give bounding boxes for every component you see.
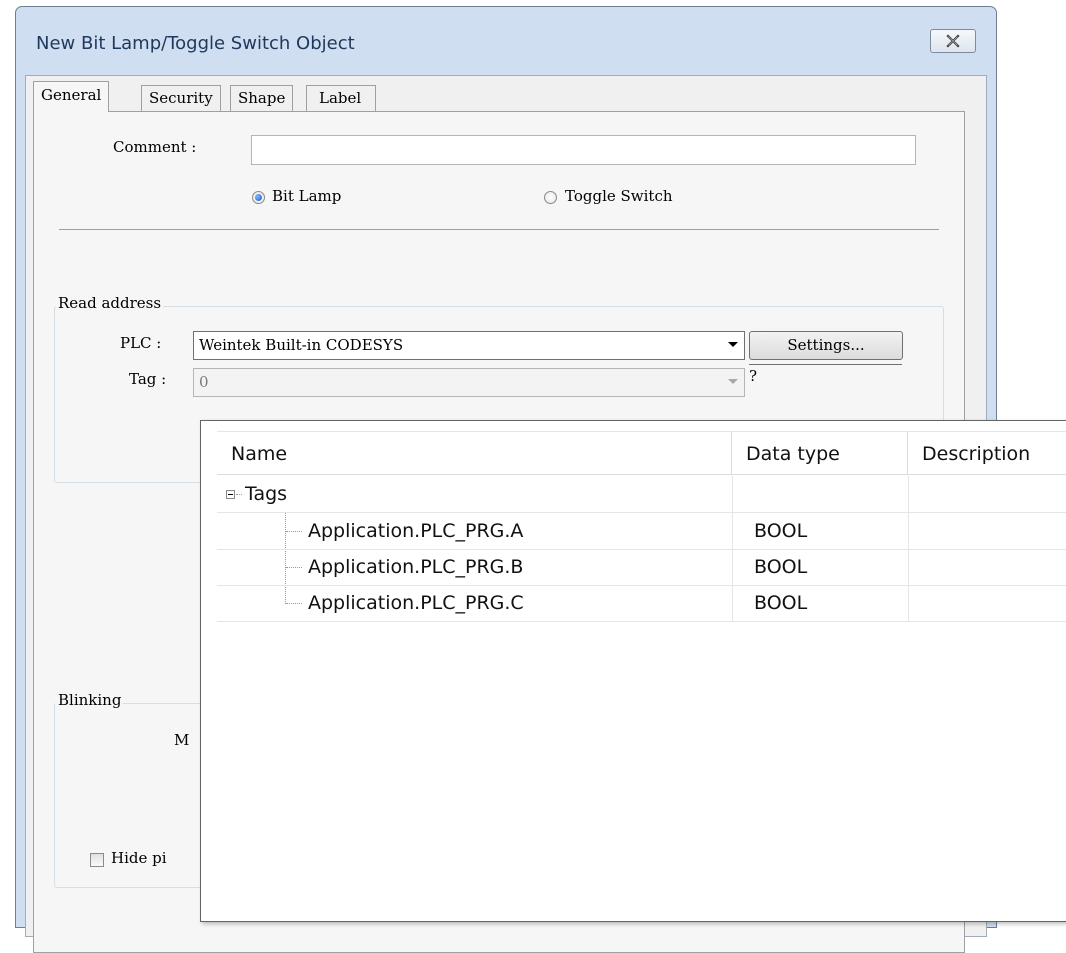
settings-divider [749, 364, 902, 365]
blinking-mode-label: M [174, 731, 190, 749]
comment-label: Comment : [113, 138, 197, 156]
bit-lamp-label: Bit Lamp [272, 187, 342, 205]
tag-select-value: 0 [199, 373, 209, 391]
cell-divider [732, 549, 733, 585]
cell-divider [908, 513, 909, 549]
plc-label: PLC : [120, 334, 162, 352]
column-header-name[interactable]: Name [217, 431, 732, 475]
tag-name: Application.PLC_PRG.B [308, 556, 524, 578]
blinking-label: Blinking [56, 691, 124, 709]
read-address-label: Read address [56, 294, 164, 312]
tab-general[interactable]: General [33, 81, 110, 112]
collapse-icon[interactable] [226, 490, 235, 499]
bit-lamp-radio[interactable] [252, 191, 265, 204]
separator-line [59, 229, 939, 230]
tab-shape[interactable]: Shape [230, 85, 294, 111]
tab-security[interactable]: Security [141, 85, 221, 111]
tree-row-root[interactable]: Tags [217, 476, 1066, 513]
table-row[interactable]: Application.PLC_PRG.B BOOL [217, 549, 1066, 586]
cell-divider [908, 549, 909, 585]
hide-checkbox[interactable] [90, 853, 104, 867]
cell-divider [732, 513, 733, 549]
tree-root-label: Tags [245, 483, 288, 505]
close-button[interactable] [930, 29, 976, 53]
close-icon [946, 34, 960, 48]
tree-connector [286, 567, 302, 568]
column-header-data-type[interactable]: Data type [732, 431, 908, 475]
tag-name: Application.PLC_PRG.C [308, 592, 524, 614]
tag-label: Tag : [129, 370, 167, 388]
tag-help-link[interactable]: ? [749, 367, 757, 385]
plc-select[interactable]: Weintek Built-in CODESYS [193, 331, 745, 360]
tab-label[interactable]: Label [306, 85, 377, 111]
settings-button[interactable]: Settings... [749, 331, 903, 360]
tag-select[interactable]: 0 [193, 368, 745, 397]
tag-type: BOOL [754, 520, 808, 542]
cell-divider [732, 585, 733, 621]
dialog-title: New Bit Lamp/Toggle Switch Object [36, 33, 355, 54]
column-header-description[interactable]: Description [908, 431, 1066, 475]
comment-input[interactable] [251, 135, 916, 165]
tag-list-popup: Name Data type Description Tags Applicat… [200, 420, 1066, 922]
plc-select-value: Weintek Built-in CODESYS [199, 336, 404, 354]
table-row[interactable]: Application.PLC_PRG.C BOOL [217, 585, 1066, 622]
toggle-switch-radio[interactable] [544, 191, 557, 204]
cell-divider [908, 476, 909, 512]
tag-name: Application.PLC_PRG.A [308, 520, 524, 542]
tree-connector [236, 494, 242, 495]
toggle-switch-label: Toggle Switch [565, 187, 673, 205]
chevron-down-icon [728, 379, 738, 384]
cell-divider [908, 585, 909, 621]
hide-checkbox-label: Hide pi [111, 849, 167, 867]
cell-divider [732, 476, 733, 512]
tree-connector [286, 531, 302, 532]
tag-type: BOOL [754, 556, 808, 578]
tree-connector [286, 603, 302, 604]
tag-type: BOOL [754, 592, 808, 614]
chevron-down-icon [728, 342, 738, 347]
table-row[interactable]: Application.PLC_PRG.A BOOL [217, 513, 1066, 550]
